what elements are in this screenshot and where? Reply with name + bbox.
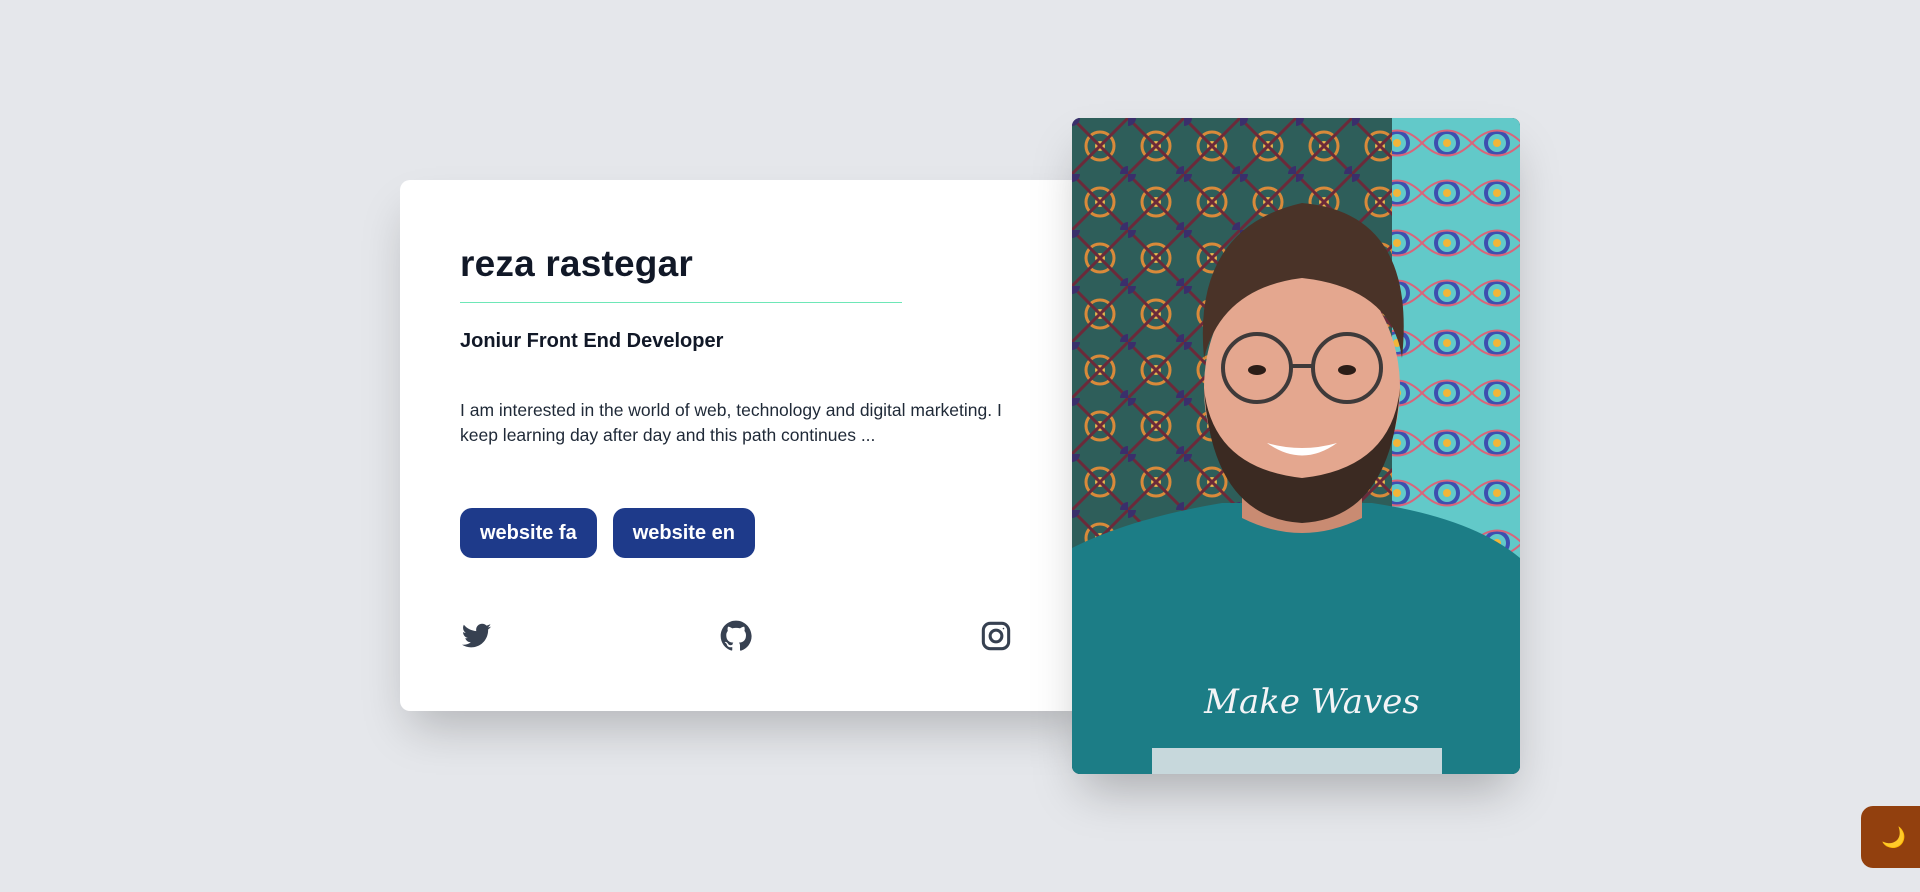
social-links (460, 620, 1012, 656)
profile-card: reza rastegar Joniur Front End Developer… (400, 180, 1100, 711)
github-link[interactable] (720, 620, 752, 652)
website-en-button[interactable]: website en (612, 508, 755, 558)
theme-toggle-button[interactable]: 🌙 (1861, 806, 1920, 868)
instagram-icon (981, 621, 1011, 651)
profile-photo: Make Waves (1072, 118, 1520, 774)
profile-portrait-image: Make Waves (1072, 118, 1520, 774)
twitter-icon (461, 623, 492, 648)
instagram-link[interactable] (980, 620, 1012, 652)
moon-icon: 🌙 (1881, 826, 1906, 849)
name-divider (460, 302, 902, 303)
profile-role: Joniur Front End Developer (460, 330, 724, 352)
website-buttons: website fa website en (460, 508, 1100, 558)
shirt-text: Make Waves (1203, 682, 1420, 722)
github-icon (720, 620, 752, 651)
profile-bio: I am interested in the world of web, tec… (460, 400, 1002, 445)
website-fa-button[interactable]: website fa (460, 508, 597, 558)
twitter-link[interactable] (460, 620, 492, 652)
profile-name: reza rastegar (460, 243, 693, 284)
